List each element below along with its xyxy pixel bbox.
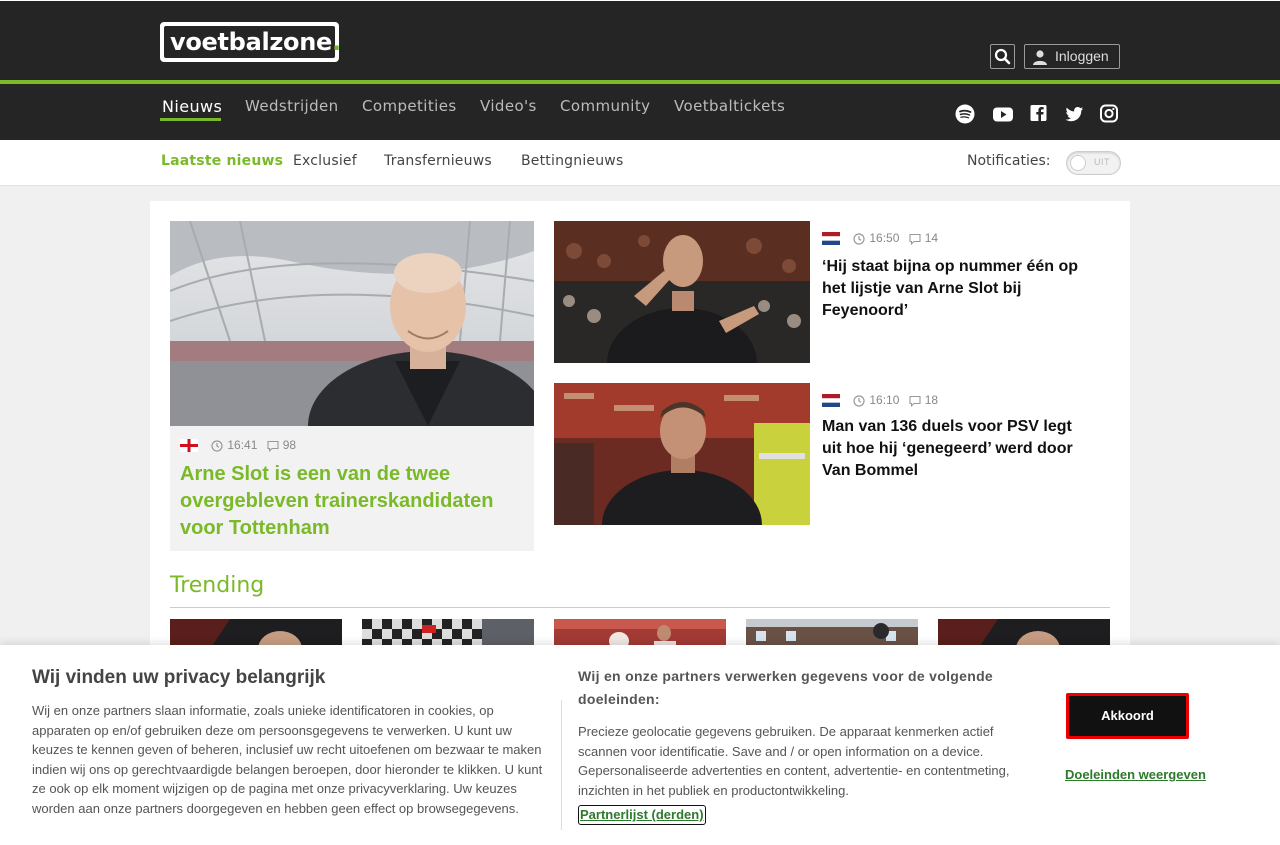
consent-title: Wij vinden uw privacy belangrijk: [32, 667, 326, 688]
article-meta: 16:10 18: [822, 393, 939, 408]
subnav-item-transfernieuws[interactable]: Transfernieuws: [384, 153, 492, 169]
nav-item-wedstrijden[interactable]: Wedstrijden: [245, 97, 339, 115]
accept-button[interactable]: Akkoord: [1066, 693, 1189, 739]
comment-icon: [267, 440, 279, 452]
sub-nav: Laatste nieuws Exclusief Transfernieuws …: [0, 140, 1280, 186]
nav-item-community[interactable]: Community: [560, 97, 650, 115]
netherlands-flag-icon: [822, 394, 840, 408]
search-button[interactable]: [990, 44, 1015, 69]
main-nav: Nieuws Wedstrijden Competities Video's C…: [0, 84, 1280, 140]
article-image[interactable]: [554, 383, 810, 525]
trending-divider: [170, 607, 1110, 608]
toggle-knob: [1070, 155, 1086, 171]
article-meta: 16:50 14: [822, 231, 939, 246]
nav-active-indicator: [160, 118, 221, 121]
login-button[interactable]: Inloggen: [1024, 44, 1120, 69]
nav-item-voetbaltickets[interactable]: Voetbaltickets: [674, 97, 785, 115]
youtube-icon[interactable]: [992, 104, 1014, 124]
article-image[interactable]: [554, 221, 810, 363]
consent-description: Wij en onze partners slaan informatie, z…: [32, 703, 543, 816]
article-comments: 18: [924, 393, 939, 407]
facebook-icon[interactable]: [1029, 104, 1051, 124]
toggle-state-label: UIT: [1094, 157, 1110, 167]
logo-dot: .: [332, 28, 341, 56]
featured-article-comments: 98: [282, 438, 297, 452]
article-title[interactable]: ‘Hij staat bijna op nummer één op het li…: [822, 256, 1092, 322]
site-logo[interactable]: voetbalzone.: [160, 22, 341, 62]
site-header: voetbalzone. Inloggen: [0, 0, 1280, 80]
consent-divider: [561, 700, 562, 830]
show-purposes-link[interactable]: Doeleinden weergeven: [1065, 767, 1206, 782]
article-time: 16:10: [869, 393, 900, 407]
notifications-label: Notificaties:: [967, 153, 1051, 169]
comment-icon: [909, 233, 921, 245]
search-icon: [994, 48, 1011, 65]
featured-article-time: 16:41: [227, 438, 258, 452]
article-title[interactable]: Man van 136 duels voor PSV legt uit hoe …: [822, 416, 1092, 482]
netherlands-flag-icon: [822, 232, 840, 246]
featured-article-image[interactable]: [170, 221, 534, 426]
clock-icon: [853, 233, 865, 245]
user-icon: [1033, 50, 1047, 65]
login-label: Inloggen: [1055, 48, 1109, 64]
nav-item-nieuws[interactable]: Nieuws: [162, 97, 222, 116]
notifications-toggle[interactable]: UIT: [1066, 151, 1121, 175]
subnav-item-laatste-nieuws[interactable]: Laatste nieuws: [161, 153, 283, 169]
subnav-item-exclusief[interactable]: Exclusief: [293, 153, 357, 169]
england-flag-icon: [180, 439, 198, 453]
featured-article-title[interactable]: Arne Slot is een van de twee overgebleve…: [180, 461, 520, 542]
clock-icon: [211, 440, 223, 452]
partner-list-link[interactable]: Partnerlijst (derden): [578, 805, 706, 825]
spotify-icon[interactable]: [955, 104, 977, 124]
nav-item-videos[interactable]: Video's: [480, 97, 537, 115]
subnav-item-bettingnieuws[interactable]: Bettingnieuws: [521, 153, 623, 169]
trending-heading: Trending: [170, 573, 265, 598]
instagram-icon[interactable]: [1099, 104, 1121, 124]
clock-icon: [853, 395, 865, 407]
logo-text: voetbalzone: [170, 28, 333, 56]
comment-icon: [909, 395, 921, 407]
cookie-consent-banner: Wij vinden uw privacy belangrijk Wij en …: [0, 645, 1280, 845]
twitter-icon[interactable]: [1064, 104, 1086, 124]
consent-purposes-text: Precieze geolocatie gegevens gebruiken. …: [578, 724, 1010, 798]
featured-article[interactable]: 16:41 98 Arne Slot is een van de twee ov…: [170, 221, 534, 551]
article-time: 16:50: [869, 231, 900, 245]
consent-purposes-title: Wij en onze partners verwerken gegevens …: [578, 668, 994, 707]
nav-item-competities[interactable]: Competities: [362, 97, 457, 115]
featured-article-meta: 16:41 98: [180, 438, 297, 453]
article-comments: 14: [924, 231, 939, 245]
